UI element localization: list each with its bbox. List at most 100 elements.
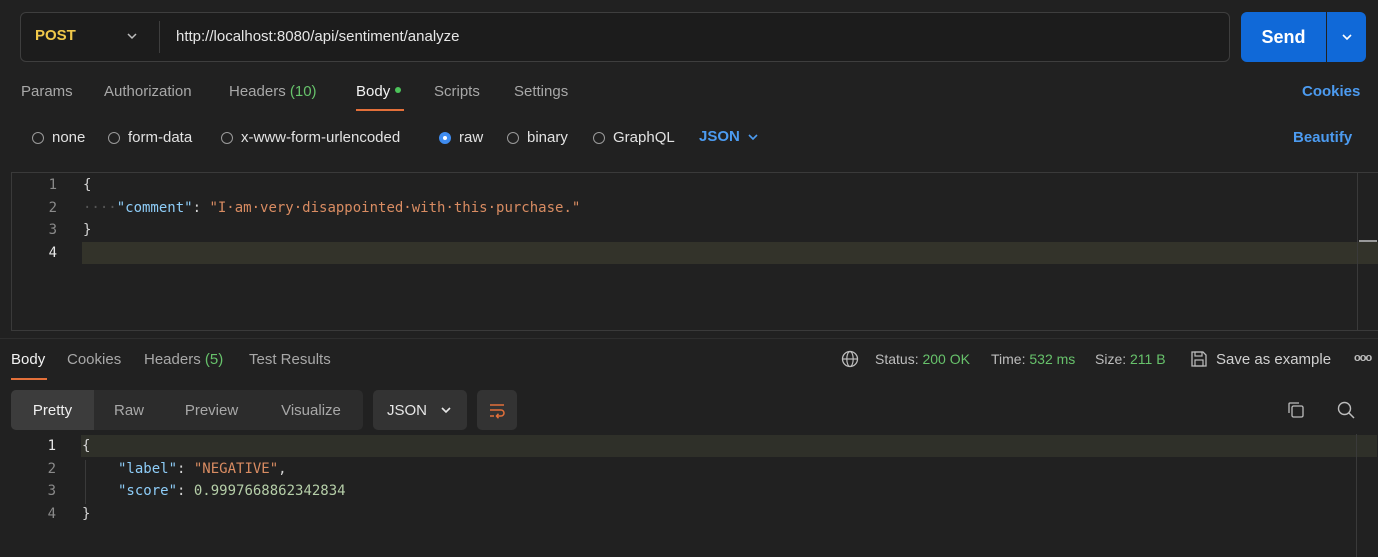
status-label: Status: bbox=[875, 351, 919, 367]
response-tab-test-results[interactable]: Test Results bbox=[249, 351, 331, 368]
time-value: 532 ms bbox=[1029, 351, 1076, 367]
code-open-brace: { bbox=[82, 438, 91, 454]
response-format-select[interactable]: JSON bbox=[373, 390, 467, 430]
view-mode-selector: Pretty Raw Preview Visualize bbox=[11, 390, 363, 430]
headers-count: (10) bbox=[289, 83, 317, 100]
tab-body-label: Body bbox=[356, 83, 391, 100]
response-format-label: JSON bbox=[386, 401, 427, 419]
radio-raw[interactable]: raw bbox=[439, 129, 483, 146]
time-label: Time: bbox=[991, 351, 1026, 367]
radio-binary[interactable]: binary bbox=[507, 129, 568, 146]
status-info[interactable]: Status: 200 OK bbox=[875, 351, 970, 367]
line-number: 1 bbox=[47, 438, 56, 454]
radio-circle bbox=[108, 131, 120, 144]
radio-form-data[interactable]: form-data bbox=[108, 129, 192, 146]
response-tab-cookies[interactable]: Cookies bbox=[67, 351, 121, 368]
radio-circle bbox=[221, 131, 233, 144]
chevron-down-icon bbox=[441, 407, 451, 414]
view-pretty[interactable]: Pretty bbox=[11, 390, 94, 430]
save-as-example-button[interactable]: Save as example bbox=[1190, 350, 1331, 368]
body-format-select[interactable]: JSON bbox=[699, 128, 760, 145]
radio-circle bbox=[593, 131, 605, 144]
indent-guide: ···· bbox=[83, 200, 117, 216]
tab-body[interactable]: Body bbox=[356, 83, 402, 100]
radio-graphql[interactable]: GraphQL bbox=[593, 129, 675, 146]
method-select[interactable]: POST bbox=[35, 27, 76, 44]
code-line: "label": "NEGATIVE", bbox=[118, 461, 287, 477]
search-icon[interactable] bbox=[1336, 400, 1356, 420]
panel-divider[interactable] bbox=[0, 338, 1378, 339]
indent-guide bbox=[85, 460, 86, 504]
json-key: "label" bbox=[118, 461, 178, 477]
tab-params[interactable]: Params bbox=[21, 83, 73, 100]
scrollbar[interactable] bbox=[1356, 434, 1357, 557]
tab-authorization[interactable]: Authorization bbox=[104, 83, 192, 100]
radio-circle bbox=[439, 131, 451, 144]
response-tab-body[interactable]: Body bbox=[11, 351, 45, 368]
radio-circle bbox=[507, 131, 519, 144]
json-key: "comment" bbox=[116, 200, 193, 216]
chevron-down-icon[interactable] bbox=[125, 29, 139, 43]
radio-circle bbox=[32, 131, 44, 144]
size-info[interactable]: Size: 211 B bbox=[1095, 351, 1166, 367]
size-value: 211 B bbox=[1130, 351, 1166, 367]
code-line: "score": 0.9997668862342834 bbox=[118, 483, 346, 499]
line-number: 4 bbox=[48, 245, 57, 261]
view-raw[interactable]: Raw bbox=[94, 390, 164, 430]
line-number: 1 bbox=[48, 177, 57, 193]
json-string-value: "I·am·very·disappointed·with·this·purcha… bbox=[209, 200, 581, 216]
line-number: 2 bbox=[47, 461, 56, 477]
json-string-value: "NEGATIVE" bbox=[193, 461, 279, 477]
code-close-brace: } bbox=[82, 506, 91, 522]
time-info[interactable]: Time: 532 ms bbox=[991, 351, 1075, 367]
divider bbox=[159, 21, 160, 53]
line-number: 2 bbox=[48, 200, 57, 216]
line-number: 3 bbox=[48, 222, 57, 238]
size-label: Size: bbox=[1095, 351, 1127, 367]
line-number: 4 bbox=[47, 506, 56, 522]
url-input[interactable]: http://localhost:8080/api/sentiment/anal… bbox=[176, 28, 460, 45]
request-body-editor[interactable]: 1 2 3 4 { ····"comment": "I·am·very·disa… bbox=[11, 172, 1378, 331]
globe-icon[interactable] bbox=[841, 350, 859, 368]
response-body-viewer[interactable]: 1 2 3 4 { "label": "NEGATIVE", "score": … bbox=[11, 434, 1378, 557]
modified-dot-icon bbox=[395, 87, 402, 94]
body-format-label: JSON bbox=[699, 128, 740, 145]
response-headers-label: Headers bbox=[144, 351, 201, 368]
radio-label: binary bbox=[527, 129, 568, 146]
radio-none[interactable]: none bbox=[32, 129, 85, 146]
view-preview[interactable]: Preview bbox=[164, 390, 259, 430]
radio-label: raw bbox=[459, 129, 484, 146]
scrollbar-thumb[interactable] bbox=[1359, 240, 1377, 242]
view-visualize[interactable]: Visualize bbox=[259, 390, 363, 430]
status-value: 200 OK bbox=[922, 351, 970, 367]
word-wrap-button[interactable] bbox=[477, 390, 517, 430]
send-options-button[interactable] bbox=[1327, 12, 1366, 62]
tab-scripts[interactable]: Scripts bbox=[434, 83, 480, 100]
radio-label: GraphQL bbox=[613, 129, 675, 146]
response-tab-headers[interactable]: Headers (5) bbox=[144, 351, 223, 368]
save-icon bbox=[1191, 351, 1207, 367]
code-line: ····"comment": "I·am·very·disappointed·w… bbox=[83, 200, 580, 216]
cookies-link[interactable]: Cookies bbox=[1302, 83, 1360, 100]
copy-icon[interactable] bbox=[1286, 400, 1306, 420]
json-colon: : bbox=[192, 200, 210, 216]
tab-settings[interactable]: Settings bbox=[514, 83, 568, 100]
current-line-highlight bbox=[81, 435, 1377, 457]
current-line-highlight bbox=[82, 242, 1378, 264]
save-as-example-label: Save as example bbox=[1216, 350, 1332, 368]
tab-headers[interactable]: Headers (10) bbox=[229, 83, 317, 100]
response-headers-count: (5) bbox=[204, 351, 224, 368]
line-number: 3 bbox=[47, 483, 56, 499]
scrollbar[interactable] bbox=[1357, 173, 1358, 330]
radio-label: none bbox=[52, 129, 86, 146]
send-button[interactable]: Send bbox=[1241, 12, 1326, 62]
beautify-button[interactable]: Beautify bbox=[1293, 129, 1352, 146]
code-open-brace: { bbox=[83, 177, 92, 193]
active-tab-indicator bbox=[356, 109, 404, 111]
json-key: "score" bbox=[118, 483, 178, 499]
radio-urlencoded[interactable]: x-www-form-urlencoded bbox=[221, 129, 400, 146]
chevron-down-icon bbox=[1341, 34, 1352, 41]
chevron-down-icon bbox=[748, 133, 758, 140]
more-options-icon[interactable]: ooo bbox=[1354, 352, 1372, 364]
tab-headers-label: Headers bbox=[229, 83, 286, 100]
